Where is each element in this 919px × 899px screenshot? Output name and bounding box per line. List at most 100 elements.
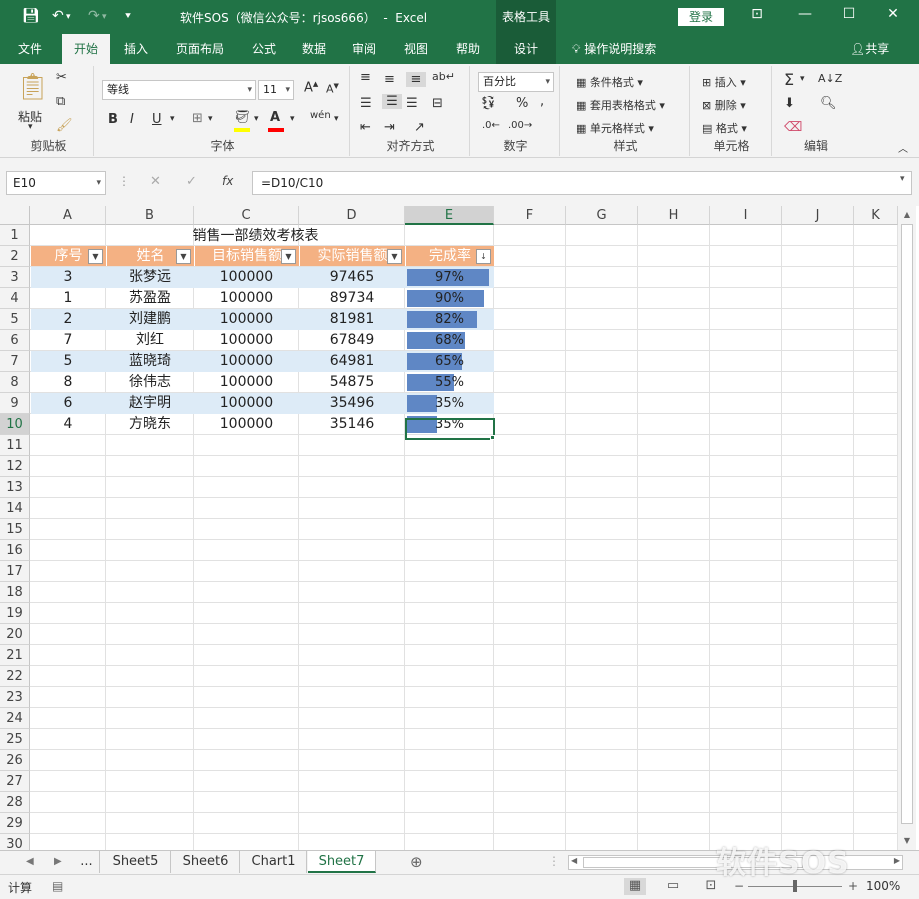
format-as-table-button[interactable]: ▦ 套用表格格式 ▾ <box>576 97 665 113</box>
tab-insert[interactable]: 插入 <box>116 34 156 64</box>
completion-rate-cell[interactable]: 97% <box>405 267 494 288</box>
completion-rate-cell[interactable]: 90% <box>405 288 494 309</box>
row-header-3[interactable]: 3 <box>0 267 30 288</box>
fill-down-icon[interactable]: ⬇ <box>784 96 795 111</box>
table-cell[interactable]: 4 <box>30 414 106 434</box>
format-cells-button[interactable]: ▤ 格式 ▾ <box>702 120 747 136</box>
row-header-2[interactable]: 2 <box>0 246 30 267</box>
table-cell[interactable]: 100000 <box>194 309 299 329</box>
collapse-ribbon-icon[interactable]: ︿ <box>898 140 908 155</box>
completion-rate-cell[interactable]: 68% <box>405 330 494 351</box>
merge-center-icon[interactable]: ⊟ <box>432 96 443 111</box>
page-layout-view-icon[interactable]: ▭ <box>662 878 684 895</box>
table-cell[interactable]: 张梦远 <box>106 267 194 287</box>
table-cell[interactable]: 35496 <box>299 393 405 413</box>
row-header-29[interactable]: 29 <box>0 813 30 834</box>
name-box[interactable]: E10 ▾ <box>6 171 106 195</box>
tell-me-search[interactable]: 💡︎ 操作说明搜索 <box>572 34 656 64</box>
font-size-select[interactable]: 11 ▾ <box>258 80 294 100</box>
table-cell[interactable]: 100000 <box>194 267 299 287</box>
align-center-icon[interactable]: ☰ <box>382 94 402 109</box>
prev-sheet-icon[interactable]: ◀ <box>26 851 34 873</box>
table-cell[interactable]: 徐伟志 <box>106 372 194 392</box>
column-header-f[interactable]: F <box>494 206 566 225</box>
row-header-9[interactable]: 9 <box>0 393 30 414</box>
paste-dropdown-icon[interactable]: ▾ <box>28 122 33 132</box>
percent-icon[interactable]: % <box>516 96 528 111</box>
macro-record-icon[interactable]: ▤ <box>52 879 63 893</box>
autosum-dropdown-icon[interactable]: ▾ <box>800 74 805 84</box>
conditional-format-button[interactable]: ▦ 条件格式 ▾ <box>576 74 643 90</box>
sort-desc-filter-icon[interactable]: ↓ <box>476 249 491 264</box>
column-header-c[interactable]: C <box>194 206 299 225</box>
row-header-25[interactable]: 25 <box>0 729 30 750</box>
fill-handle[interactable] <box>490 435 495 440</box>
close-icon[interactable]: ✕ <box>878 6 908 22</box>
vertical-scroll-thumb[interactable] <box>901 224 913 824</box>
table-cell[interactable]: 35146 <box>299 414 405 434</box>
format-painter-icon[interactable]: 🖌︎ <box>56 118 73 133</box>
table-cell[interactable]: 81981 <box>299 309 405 329</box>
table-cell[interactable]: 7 <box>30 330 106 350</box>
save-icon[interactable]: 💾︎ <box>22 8 40 24</box>
table-cell[interactable]: 5 <box>30 351 106 371</box>
worksheet-grid[interactable]: ABCDEFGHIJK 1 2 3 4 5 6 7 8 9 10 11 12 13 14 15 16 17 18 1… <box>0 206 919 850</box>
enter-icon[interactable]: ✓ <box>186 174 197 189</box>
table-cell[interactable]: 方晓东 <box>106 414 194 434</box>
table-cell[interactable]: 2 <box>30 309 106 329</box>
sheet-tab-sheet7[interactable]: Sheet7 <box>308 851 376 873</box>
row-header-15[interactable]: 15 <box>0 519 30 540</box>
column-header-j[interactable]: J <box>782 206 854 225</box>
redo-dropdown-icon[interactable]: ▾ <box>102 12 107 22</box>
table-cell[interactable]: 100000 <box>194 330 299 350</box>
font-color-icon[interactable]: A <box>270 110 280 125</box>
insert-function-icon[interactable]: fx <box>222 174 233 188</box>
row-header-12[interactable]: 12 <box>0 456 30 477</box>
row-header-10[interactable]: 10 <box>0 414 30 435</box>
ribbon-display-icon[interactable]: ⊡ <box>742 6 772 22</box>
table-cell[interactable]: 100000 <box>194 288 299 308</box>
row-header-19[interactable]: 19 <box>0 603 30 624</box>
table-title[interactable]: 销售一部绩效考核表 <box>106 226 405 246</box>
tab-review[interactable]: 审阅 <box>344 34 384 64</box>
row-header-14[interactable]: 14 <box>0 498 30 519</box>
column-header-e[interactable]: E <box>405 206 494 225</box>
table-cell[interactable]: 赵宇明 <box>106 393 194 413</box>
align-left-icon[interactable]: ☰ <box>360 96 372 111</box>
normal-view-icon[interactable]: ▦ <box>624 878 646 895</box>
completion-rate-cell[interactable]: 55% <box>405 372 494 393</box>
orientation-icon[interactable]: ↗ <box>414 120 425 135</box>
align-right-icon[interactable]: ☰ <box>406 96 418 111</box>
sheet-tab-sheet5[interactable]: Sheet5 <box>101 851 171 873</box>
undo-dropdown-icon[interactable]: ▾ <box>66 12 71 22</box>
scroll-down-icon[interactable]: ▼ <box>898 836 916 845</box>
wrap-text-icon[interactable]: ab↵ <box>432 70 455 83</box>
vertical-scrollbar[interactable]: ▲ ▼ <box>898 206 916 850</box>
row-header-22[interactable]: 22 <box>0 666 30 687</box>
formula-input[interactable]: =D10/C10 <box>252 171 912 195</box>
next-sheet-icon[interactable]: ▶ <box>54 851 62 873</box>
increase-indent-icon[interactable]: ⇥ <box>384 120 395 135</box>
cut-icon[interactable]: ✂ <box>56 70 67 85</box>
sort-filter-icon[interactable]: A↓Z <box>818 72 842 85</box>
underline-dropdown-icon[interactable]: ▾ <box>170 114 175 124</box>
paste-icon[interactable]: 📋︎ <box>16 72 49 102</box>
table-cell[interactable]: 刘红 <box>106 330 194 350</box>
tab-data[interactable]: 数据 <box>294 34 334 64</box>
table-cell[interactable]: 89734 <box>299 288 405 308</box>
table-cell[interactable]: 刘建鹏 <box>106 309 194 329</box>
fill-dropdown-icon[interactable]: ▾ <box>254 114 259 124</box>
table-cell[interactable]: 1 <box>30 288 106 308</box>
login-button[interactable]: 登录 <box>678 8 724 26</box>
scroll-right-icon[interactable]: ▶ <box>894 856 900 865</box>
number-format-select[interactable]: 百分比 ▾ <box>478 72 554 92</box>
table-cell[interactable]: 6 <box>30 393 106 413</box>
customize-toolbar-icon[interactable]: ⯆ <box>124 11 132 22</box>
cancel-icon[interactable]: ✕ <box>150 174 161 189</box>
tab-file[interactable]: 文件 <box>8 34 52 64</box>
row-header-7[interactable]: 7 <box>0 351 30 372</box>
select-all-corner[interactable] <box>0 206 30 225</box>
row-header-6[interactable]: 6 <box>0 330 30 351</box>
column-header-g[interactable]: G <box>566 206 638 225</box>
completion-rate-cell[interactable]: 65% <box>405 351 494 372</box>
